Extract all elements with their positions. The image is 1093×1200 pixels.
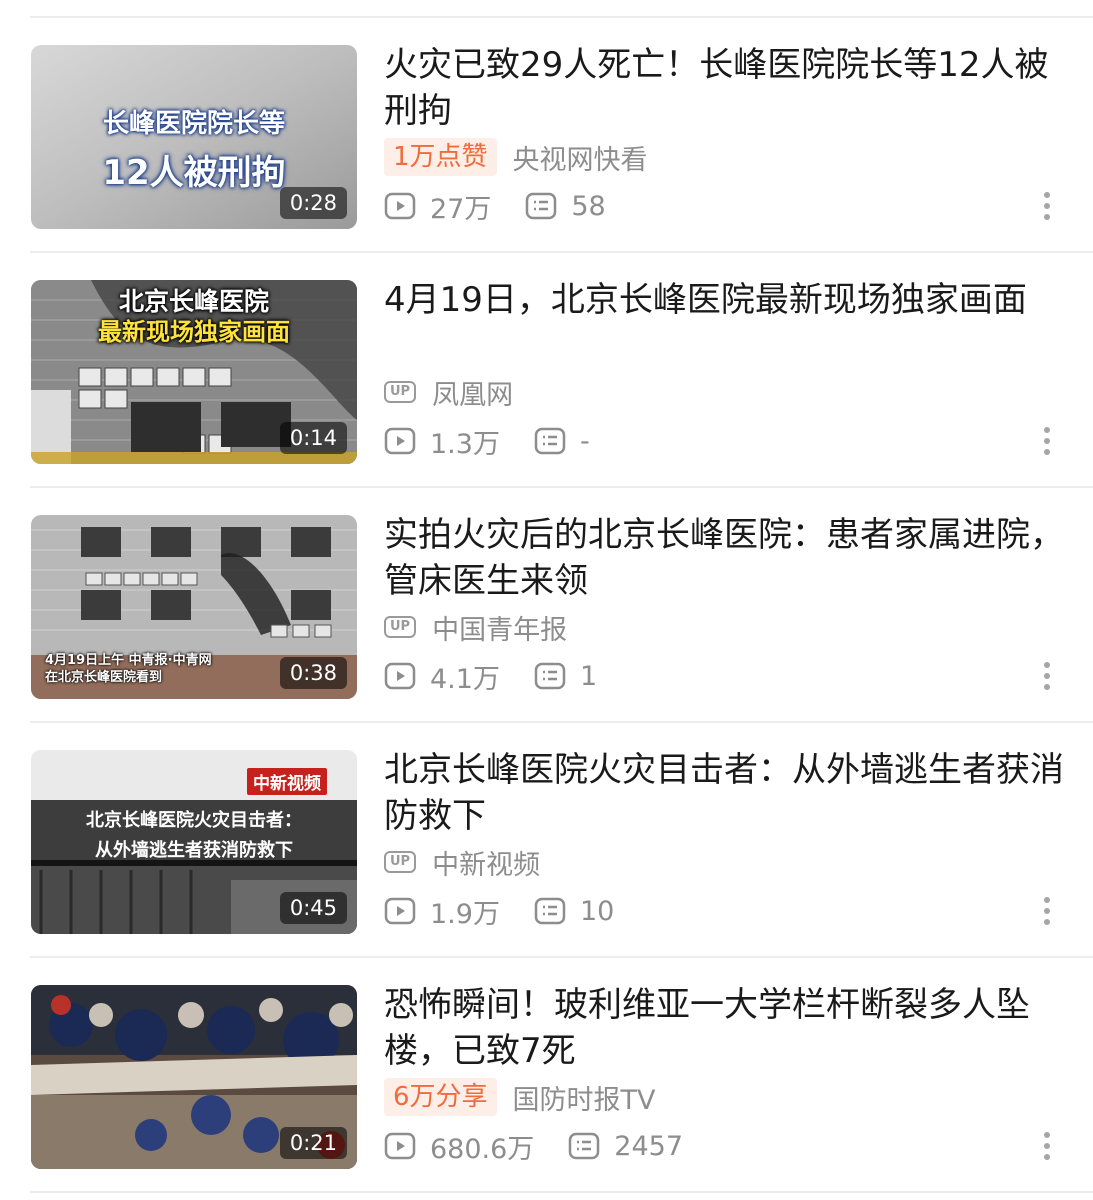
- more-options-button[interactable]: [1035, 184, 1059, 228]
- view-count-value: 1.3万: [430, 428, 500, 460]
- video-stats: 1.9万 10: [384, 889, 648, 933]
- thumbnail-caption-line-1: 长峰医院院长等: [102, 109, 285, 139]
- source-name[interactable]: 中国青年报: [432, 608, 567, 647]
- view-count: 27万: [384, 187, 491, 226]
- comment-icon: [534, 662, 566, 690]
- up-tag-icon: UP: [384, 851, 417, 873]
- more-options-button[interactable]: [1035, 419, 1059, 463]
- video-title[interactable]: 北京长峰医院火灾目击者：从外墙逃生者获消防救下: [384, 747, 1074, 839]
- view-count: 1.9万: [384, 892, 500, 931]
- video-stats: 1.3万 -: [384, 419, 624, 463]
- more-vertical-icon: [1044, 897, 1050, 925]
- comment-count-value: 1: [579, 660, 598, 692]
- view-count: 4.1万: [384, 657, 500, 696]
- video-meta: UP 中国青年报: [384, 607, 567, 647]
- video-meta: 1万点赞 央视网快看: [384, 137, 648, 177]
- video-thumbnail[interactable]: 4月19日上午 中青报·中青网 在北京长峰医院看到 0:38: [31, 515, 357, 699]
- view-count-value: 27万: [430, 193, 492, 225]
- view-count-value: 680.6万: [430, 1133, 535, 1165]
- comment-count-value: 2457: [614, 1130, 684, 1162]
- play-icon: [384, 192, 416, 220]
- play-icon: [384, 1132, 416, 1160]
- channel-logo: 中新视频: [247, 768, 327, 795]
- view-count-value: 4.1万: [430, 663, 500, 695]
- comment-count-value: -: [579, 425, 590, 457]
- comment-icon: [569, 1132, 600, 1160]
- video-meta: UP 凤凰网: [384, 372, 513, 412]
- more-vertical-icon: [1044, 427, 1050, 455]
- more-vertical-icon: [1044, 192, 1050, 220]
- more-vertical-icon: [1044, 662, 1050, 690]
- comment-count: 58: [525, 190, 606, 222]
- comment-count: 2457: [568, 1130, 683, 1162]
- play-icon: [384, 662, 416, 690]
- up-tag-icon: UP: [384, 616, 417, 638]
- video-item[interactable]: 中新视频 北京长峰医院火灾目击者： 从外墙逃生者获消防救下 0:45 北京长峰医…: [0, 723, 1093, 958]
- video-item[interactable]: 4月19日上午 中青报·中青网 在北京长峰医院看到 0:38 实拍火灾后的北京长…: [0, 488, 1093, 723]
- source-name[interactable]: 国防时报TV: [513, 1078, 656, 1117]
- source-name[interactable]: 中新视频: [432, 843, 540, 882]
- video-stats: 680.6万 2457: [384, 1124, 717, 1168]
- comment-icon: [534, 897, 566, 925]
- more-options-button[interactable]: [1035, 654, 1059, 698]
- video-title[interactable]: 4月19日，北京长峰医院最新现场独家画面: [384, 277, 1074, 323]
- duration-badge: 0:21: [279, 1127, 347, 1159]
- popularity-badge: 1万点赞: [384, 138, 497, 176]
- more-options-button[interactable]: [1035, 1124, 1059, 1168]
- video-meta: 6万分享 国防时报TV: [384, 1077, 656, 1117]
- duration-badge: 0:28: [279, 187, 347, 219]
- source-name[interactable]: 凤凰网: [432, 373, 513, 412]
- source-name[interactable]: 央视网快看: [513, 138, 648, 177]
- video-item[interactable]: 北京长峰医院 最新现场独家画面 0:14 4月19日，北京长峰医院最新现场独家画…: [0, 253, 1093, 488]
- video-thumbnail[interactable]: 北京长峰医院 最新现场独家画面 0:14: [31, 280, 357, 464]
- thumbnail-caption-line-1: 北京长峰医院火灾目击者：: [86, 810, 302, 831]
- video-item[interactable]: 0:21 恐怖瞬间！玻利维亚一大学栏杆断裂多人坠楼，已致7死 6万分享 国防时报…: [0, 958, 1093, 1193]
- video-stats: 27万 58: [384, 184, 640, 228]
- view-count-value: 1.9万: [430, 898, 500, 930]
- video-title[interactable]: 实拍火灾后的北京长峰医院：患者家属进院，管床医生来领: [384, 512, 1074, 604]
- comment-count: -: [534, 425, 590, 457]
- comment-count-value: 10: [579, 895, 615, 927]
- play-icon: [384, 427, 416, 455]
- video-stats: 4.1万 1: [384, 654, 631, 698]
- comment-count: 10: [534, 895, 614, 927]
- video-thumbnail[interactable]: 长峰医院院长等 12人被刑拘 0:28: [31, 45, 357, 229]
- more-options-button[interactable]: [1035, 889, 1059, 933]
- duration-badge: 0:14: [279, 422, 347, 454]
- thumbnail-caption-line-2: 最新现场独家画面: [98, 318, 290, 346]
- up-tag-icon: UP: [384, 381, 417, 403]
- video-title[interactable]: 恐怖瞬间！玻利维亚一大学栏杆断裂多人坠楼，已致7死: [384, 982, 1074, 1074]
- duration-badge: 0:38: [279, 657, 347, 689]
- view-count: 680.6万: [384, 1127, 534, 1166]
- comment-icon: [526, 192, 557, 220]
- video-title[interactable]: 火灾已致29人死亡！长峰医院院长等12人被刑拘: [384, 42, 1074, 134]
- video-thumbnail[interactable]: 0:21: [31, 985, 357, 1169]
- video-item[interactable]: 长峰医院院长等 12人被刑拘 0:28 火灾已致29人死亡！长峰医院院长等12人…: [0, 18, 1093, 253]
- popularity-badge: 6万分享: [384, 1078, 497, 1116]
- play-icon: [384, 897, 416, 925]
- video-feed: 长峰医院院长等 12人被刑拘 0:28 火灾已致29人死亡！长峰医院院长等12人…: [0, 0, 1093, 1200]
- duration-badge: 0:45: [279, 892, 347, 924]
- thumbnail-caption-line-2: 从外墙逃生者获消防救下: [95, 840, 293, 861]
- more-vertical-icon: [1044, 1132, 1050, 1160]
- comment-count: 1: [534, 660, 597, 692]
- item-divider: [30, 1191, 1093, 1193]
- comment-icon: [534, 427, 566, 455]
- video-thumbnail[interactable]: 中新视频 北京长峰医院火灾目击者： 从外墙逃生者获消防救下 0:45: [31, 750, 357, 934]
- comment-count-value: 58: [571, 190, 606, 222]
- view-count: 1.3万: [384, 422, 500, 461]
- video-meta: UP 中新视频: [384, 842, 540, 882]
